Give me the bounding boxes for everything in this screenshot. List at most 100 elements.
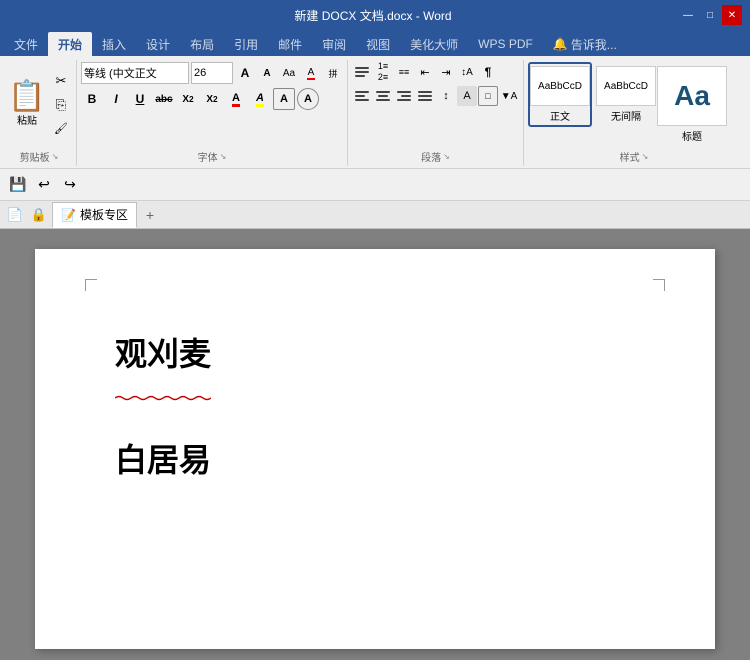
font-color-button[interactable]: A — [225, 88, 247, 110]
close-button[interactable]: ✕ — [722, 5, 742, 25]
clipboard-right: ✂ ⎘ 🖌 — [50, 62, 72, 147]
align-center-button[interactable] — [373, 86, 393, 106]
style-no-spacing-text: AaBbCcD — [604, 81, 648, 92]
font-circle-button[interactable]: A — [297, 88, 319, 110]
style-no-spacing[interactable]: AaBbCcD 无间隔 — [594, 62, 658, 127]
para-down-button[interactable]: ▼A — [499, 86, 519, 106]
paragraph-expand[interactable]: ↘ — [443, 152, 450, 161]
style-heading-label: 标题 — [682, 128, 702, 143]
tab-wpspdf[interactable]: WPS PDF — [468, 32, 543, 56]
undo-button[interactable]: ↩ — [32, 173, 56, 197]
font-clear-button[interactable]: A — [301, 62, 321, 84]
tab-beautify[interactable]: 美化大师 — [400, 32, 468, 56]
clipboard-label: 剪贴板 ↘ — [6, 149, 72, 164]
multi-level-list-button[interactable]: ≡≡ — [394, 62, 414, 82]
style-heading-text: Aa — [674, 80, 710, 112]
font-grow-button[interactable]: A — [235, 62, 255, 84]
font-size-input[interactable] — [191, 62, 233, 84]
copy-button[interactable]: ⎘ — [50, 94, 72, 116]
paste-icon: 📋 — [8, 82, 45, 112]
font-name-input[interactable] — [81, 62, 189, 84]
squiggly-underline — [115, 395, 211, 401]
style-normal[interactable]: AaBbCcD 正文 — [528, 62, 592, 127]
paragraph-label: 段落 ↘ — [352, 149, 519, 164]
new-tab-button[interactable]: + — [139, 204, 161, 226]
font-case-button[interactable]: Aa — [279, 62, 299, 84]
tab-bar: 📄 🔒 📝 模板专区 + — [0, 201, 750, 229]
tab-help[interactable]: 🔔 告诉我... — [543, 32, 627, 56]
font-expand[interactable]: ↘ — [220, 152, 227, 161]
tab-layout[interactable]: 布局 — [180, 32, 224, 56]
font-label: 字体 ↘ — [81, 149, 343, 164]
style-normal-text: AaBbCcD — [538, 81, 582, 92]
styles-label: 样式 ↘ — [528, 149, 740, 164]
subscript-button[interactable]: X2 — [177, 88, 199, 110]
document-page[interactable]: 观刈麦 白居易 — [35, 249, 715, 649]
document-area: 观刈麦 白居易 — [0, 229, 750, 660]
doc-tab-label: 模板专区 — [80, 206, 128, 223]
tab-insert[interactable]: 插入 — [92, 32, 136, 56]
shading-button[interactable]: A — [457, 86, 477, 106]
font-border-button[interactable]: A — [273, 88, 295, 110]
minimize-button[interactable]: — — [678, 5, 698, 25]
bold-button[interactable]: B — [81, 88, 103, 110]
bullet-list-button[interactable] — [352, 62, 372, 82]
redo-button[interactable]: ↪ — [58, 173, 82, 197]
tab-home-icon[interactable]: 📄 — [4, 204, 26, 226]
justify-button[interactable] — [415, 86, 435, 106]
italic-button[interactable]: I — [105, 88, 127, 110]
corner-mark-tl — [85, 279, 97, 291]
font-shrink-button[interactable]: A — [257, 62, 277, 84]
style-no-spacing-preview: AaBbCcD — [596, 66, 656, 106]
strikethrough-button[interactable]: abc — [153, 88, 175, 110]
border-button[interactable]: □ — [478, 86, 498, 106]
line-spacing-button[interactable]: ↕ — [436, 86, 456, 106]
corner-mark-tr — [653, 279, 665, 291]
tab-design[interactable]: 设计 — [136, 32, 180, 56]
superscript-button[interactable]: X2 — [201, 88, 223, 110]
styles-expand[interactable]: ↘ — [642, 152, 649, 161]
maximize-button[interactable]: □ — [700, 5, 720, 25]
ribbon-tabs: 文件 开始 插入 设计 布局 引用 邮件 审阅 视图 美化大师 WPS PDF … — [0, 30, 750, 56]
pinyin-button[interactable]: 拼 — [323, 62, 343, 84]
save-button[interactable]: 💾 — [6, 173, 30, 197]
align-left-button[interactable] — [352, 86, 372, 106]
home-icon: 📄 — [7, 207, 23, 223]
quick-toolbar: 💾 ↩ ↪ — [0, 169, 750, 201]
number-list-button[interactable]: 1≡2≡ — [373, 62, 393, 82]
tab-mailings[interactable]: 邮件 — [268, 32, 312, 56]
paste-button[interactable]: 📋 粘贴 — [6, 62, 48, 147]
undo-icon: ↩ — [38, 176, 50, 193]
save-icon: 💾 — [9, 176, 26, 193]
tab-references[interactable]: 引用 — [224, 32, 268, 56]
show-marks-button[interactable]: ¶ — [478, 62, 498, 82]
font-group: A A Aa A 拼 B I U abc X2 X2 A A — [77, 60, 348, 166]
tab-review[interactable]: 审阅 — [312, 32, 356, 56]
lock-icon: 🔒 — [31, 207, 47, 223]
tab-view[interactable]: 视图 — [356, 32, 400, 56]
styles-group: AaBbCcD 正文 AaBbCcD 无间隔 Aa 标题 样式 ↘ — [524, 60, 744, 166]
title-bar: 新建 DOCX 文档.docx - Word — □ ✕ — [0, 0, 750, 30]
align-right-button[interactable] — [394, 86, 414, 106]
paste-label: 粘贴 — [17, 112, 37, 127]
style-normal-label: 正文 — [550, 108, 570, 123]
increase-indent-button[interactable]: ⇥ — [436, 62, 456, 82]
highlight-button[interactable]: A — [249, 88, 271, 110]
ribbon-toolbar: 📋 粘贴 ✂ ⎘ 🖌 剪贴板 ↘ A A Aa A — [0, 56, 750, 169]
redo-icon: ↪ — [64, 176, 76, 193]
tab-lock-icon[interactable]: 🔒 — [28, 204, 50, 226]
document-tab[interactable]: 📝 模板专区 — [52, 202, 137, 228]
style-heading[interactable]: Aa 标题 — [660, 62, 724, 147]
tab-home[interactable]: 开始 — [48, 32, 92, 56]
style-no-spacing-label: 无间隔 — [611, 108, 641, 123]
underline-button[interactable]: U — [129, 88, 151, 110]
decrease-indent-button[interactable]: ⇤ — [415, 62, 435, 82]
clipboard-expand[interactable]: ↘ — [52, 152, 59, 161]
paragraph-group: 1≡2≡ ≡≡ ⇤ ⇥ ↕A ¶ — [348, 60, 524, 166]
tab-file[interactable]: 文件 — [4, 32, 48, 56]
document-title[interactable]: 观刈麦 — [115, 329, 211, 375]
sort-button[interactable]: ↕A — [457, 62, 477, 82]
format-painter-button[interactable]: 🖌 — [50, 118, 72, 140]
cut-button[interactable]: ✂ — [50, 70, 72, 92]
document-author[interactable]: 白居易 — [115, 435, 635, 481]
